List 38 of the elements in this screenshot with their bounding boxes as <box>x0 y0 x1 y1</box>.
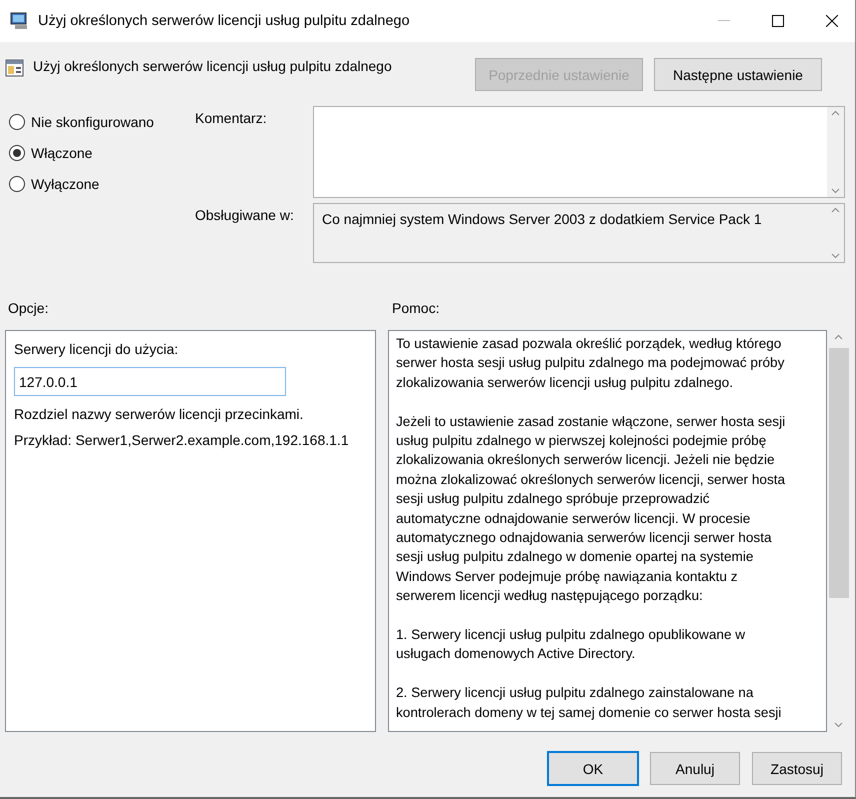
help-heading: Pomoc: <box>391 300 440 316</box>
ok-button[interactable]: OK <box>548 752 638 785</box>
help-paragraph: 2. Serwery licencji usług pulpitu zdalnego zainstalowane na kontrolerach domeny w tej samej domenie co serwer hosta sesji <box>396 684 782 722</box>
comment-field[interactable] <box>313 106 845 198</box>
scroll-up-icon[interactable] <box>831 110 840 116</box>
cancel-button[interactable]: Anuluj <box>650 752 740 785</box>
close-icon <box>826 15 838 27</box>
field-label: Serwery licencji do użycia: <box>14 341 180 357</box>
supported-field: Co najmniej system Windows Server 2003 z dodatkiem Service Pack 1 <box>313 203 845 263</box>
window-title: Użyj określonych serwerów licencji usług pulpitu zdalnego <box>38 13 411 29</box>
radio-button[interactable] <box>9 145 25 161</box>
policy-icon <box>5 58 25 78</box>
scroll-up-icon[interactable] <box>831 207 840 213</box>
help-paragraph: Jeżeli to ustawienie zasad zostanie włączone, serwer hosta sesji usług pulpitu zdalnego w pierwszej kolejności podejmie próbę zlokalizowania określonych serwerów licencji. Jeżeli nie będzie można zlokalizować określonych serwerów licencji, serwer hosta sesji usług pulpitu zdalnego spróbuje przeprowadzić automatyczne odnajdowanie serwerów licencji. W procesie automatycznego odnajdowania serwerów licencji serwer hosta sesji usług pulpitu zdalnego w domenie opartej na systemie Windows Server podejmuje próbę nawiązania kontaktu z serwerem licencji według następującego porządku: <box>396 412 786 606</box>
supported-label: Obsługiwane w: <box>195 206 295 225</box>
radio-label[interactable]: Nie skonfigurowano <box>31 114 154 130</box>
scroll-up-icon[interactable] <box>834 334 843 340</box>
maximize-icon <box>772 15 784 27</box>
options-heading: Opcje: <box>7 300 50 316</box>
hint-text: Rozdziel nazwy serwerów licencji przecinkami. <box>14 406 304 422</box>
computer-icon <box>10 12 30 30</box>
apply-button[interactable]: Zastosuj <box>752 752 842 785</box>
radio-label[interactable]: Wyłączone <box>31 176 100 192</box>
setting-title: Użyj określonych serwerów licencji usług pulpitu zdalnego <box>33 58 393 74</box>
radio-button[interactable] <box>9 176 25 192</box>
scroll-down-icon[interactable] <box>831 188 840 194</box>
scroll-down-icon[interactable] <box>834 722 843 728</box>
minimize-icon <box>718 20 730 22</box>
example-text: Przykład: Serwer1,Serwer2.example.com,192.168.1.1 <box>14 432 350 448</box>
help-paragraph: To ustawienie zasad pozwala określić porządek, według którego serwer hosta sesji usług pulpitu zdalnego ma podejmować próby zlokalizowania serwerów licencji usług pulpitu zdalnego. <box>396 335 786 392</box>
scroll-down-icon[interactable] <box>831 253 840 259</box>
next-setting-button[interactable]: Następne ustawienie <box>654 58 822 91</box>
radio-button[interactable] <box>9 114 25 130</box>
help-paragraph: 1. Serwery licencji usług pulpitu zdalnego opublikowane w usługach domenowych Active Directory. <box>396 626 746 664</box>
scrollbar-thumb[interactable] <box>828 348 848 598</box>
radio-label[interactable]: Włączone <box>31 145 92 161</box>
license-servers-field[interactable]: 127.0.0.1 <box>14 367 286 396</box>
comment-label: Komentarz: <box>195 109 268 128</box>
